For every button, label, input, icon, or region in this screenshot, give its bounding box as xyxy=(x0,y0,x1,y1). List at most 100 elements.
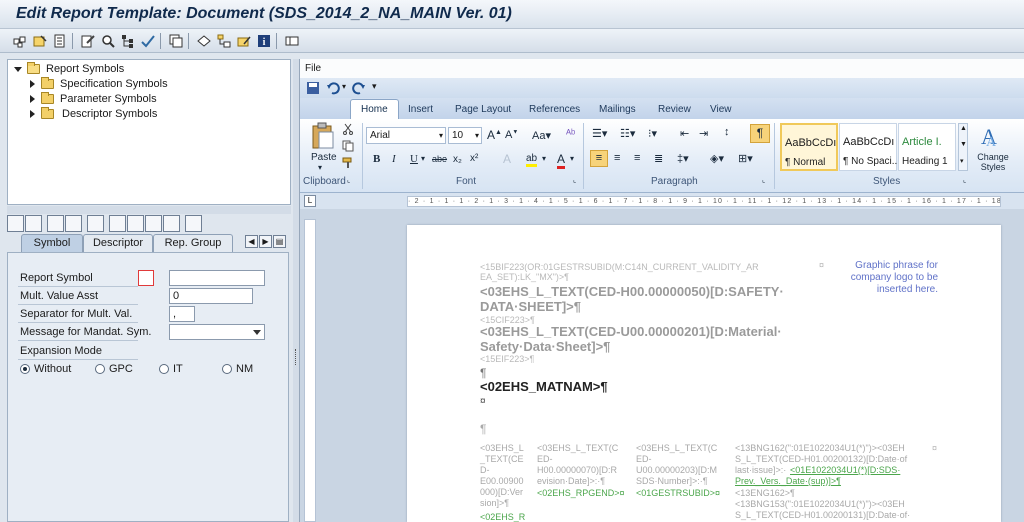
collapsed-arrow-icon[interactable] xyxy=(30,95,35,103)
font-size-select[interactable]: 10 ▾ xyxy=(448,127,482,144)
bold-icon[interactable]: B xyxy=(373,153,380,165)
splitter-grip-icon[interactable] xyxy=(295,349,297,365)
style-no-spacing[interactable]: AaBbCcDı ¶ No Spaci... xyxy=(839,123,897,171)
more-styles-icon[interactable]: ▾ xyxy=(960,157,964,165)
shading-icon[interactable]: ◈▾ xyxy=(710,152,724,165)
radio-selected-icon[interactable] xyxy=(20,364,30,374)
radio-icon[interactable] xyxy=(95,364,105,374)
styles-launcher-icon[interactable]: ⌞ xyxy=(963,176,966,184)
change-styles-button[interactable]: Change Styles xyxy=(976,152,1010,172)
show-formatting-marks-icon[interactable]: ¶ xyxy=(750,124,770,143)
strikethrough-icon[interactable]: abe xyxy=(432,154,447,164)
format-painter-icon[interactable] xyxy=(342,157,354,169)
tab-scroll-right-icon[interactable]: ▶ xyxy=(259,235,272,248)
layout-icon[interactable] xyxy=(284,33,300,49)
text-effects-icon[interactable]: A xyxy=(503,152,511,166)
shrink-font-icon[interactable]: A▼ xyxy=(505,129,518,141)
justify-icon[interactable]: ≣ xyxy=(654,152,663,165)
styles-scroll[interactable]: ▲ ▼ ▾ xyxy=(958,123,968,171)
mult-value-asst-input[interactable]: 0 xyxy=(169,288,253,304)
paste-dropdown-icon[interactable]: ▾ xyxy=(318,163,322,172)
insert-symbol-icon[interactable] xyxy=(7,215,24,232)
report-symbol-input[interactable] xyxy=(169,270,265,286)
numbering-icon[interactable]: ☷▾ xyxy=(620,127,635,140)
other-object-icon[interactable] xyxy=(12,33,28,49)
tab-list-icon[interactable]: ▤ xyxy=(273,235,286,248)
radio-it[interactable]: IT xyxy=(159,363,183,375)
ribbon-tab-home[interactable]: Home xyxy=(350,99,399,119)
collapsed-arrow-icon[interactable] xyxy=(30,110,35,118)
line-spacing-icon[interactable]: ‡▾ xyxy=(677,152,689,165)
document-page[interactable]: <15BIF223(OR:01GESTRSUBID(M:C14N_CURRENT… xyxy=(407,225,1001,522)
find-next-icon[interactable] xyxy=(127,215,144,232)
style-normal[interactable]: AaBbCcDı ¶ Normal xyxy=(780,123,838,171)
tab-scroll-left-icon[interactable]: ◀ xyxy=(245,235,258,248)
tab-selector-icon[interactable]: L xyxy=(304,195,316,207)
info-icon[interactable]: i xyxy=(256,33,272,49)
font-color-dropdown-icon[interactable]: ▾ xyxy=(570,154,574,163)
font-launcher-icon[interactable]: ⌞ xyxy=(573,176,576,184)
copy-icon[interactable] xyxy=(342,140,354,152)
scroll-up-icon[interactable]: ▲ xyxy=(960,125,967,132)
sort-icon[interactable]: ↕ xyxy=(724,126,730,138)
highlight-dropdown-icon[interactable]: ▾ xyxy=(542,154,546,163)
navigate-icon[interactable] xyxy=(196,33,212,49)
check-icon[interactable] xyxy=(140,33,156,49)
copy-icon[interactable] xyxy=(185,215,202,232)
radio-icon[interactable] xyxy=(222,364,232,374)
tree-node-report-symbols[interactable]: Report Symbols xyxy=(14,62,124,76)
paragraph-launcher-icon[interactable]: ⌞ xyxy=(762,176,765,184)
ribbon-tab-insert[interactable]: Insert xyxy=(408,101,433,119)
hierarchy-icon[interactable] xyxy=(120,33,136,49)
change-styles-icon[interactable]: AA xyxy=(977,122,1003,148)
font-color-icon[interactable]: A xyxy=(557,152,566,169)
tree-node-parameter-symbols[interactable]: Parameter Symbols xyxy=(28,92,157,106)
change-symbol-icon[interactable] xyxy=(65,215,82,232)
ribbon-tab-page-layout[interactable]: Page Layout xyxy=(455,101,511,119)
edit-symbol-icon[interactable] xyxy=(25,215,42,232)
separator-input[interactable]: , xyxy=(169,306,195,322)
copy-symbol-icon[interactable] xyxy=(47,215,64,232)
save-icon[interactable] xyxy=(306,81,320,95)
underline-icon[interactable]: U xyxy=(410,153,418,165)
style-heading-1[interactable]: Article I. Heading 1 xyxy=(898,123,956,171)
subscript-icon[interactable]: x₂ xyxy=(453,154,462,165)
display-change-icon[interactable] xyxy=(32,33,48,49)
report-symbol-required-field[interactable] xyxy=(138,270,154,286)
horizontal-ruler[interactable]: · 2 · 1 · 1 · 1 · 2 · 1 · 3 · 1 · 4 · 1 … xyxy=(407,196,1001,207)
radio-without[interactable]: Without xyxy=(20,363,71,375)
ribbon-tab-view[interactable]: View xyxy=(710,101,732,119)
tree-node-specification-symbols[interactable]: Specification Symbols xyxy=(28,77,168,91)
scroll-down-icon[interactable]: ▼ xyxy=(960,141,967,148)
redo-icon[interactable] xyxy=(352,81,366,95)
align-left-icon[interactable]: ≡ xyxy=(590,150,608,167)
filter-down-icon[interactable] xyxy=(145,215,162,232)
filter-up-icon[interactable] xyxy=(163,215,180,232)
file-menu[interactable]: File xyxy=(300,59,1024,78)
document-icon[interactable] xyxy=(52,33,68,49)
font-name-select[interactable]: Arial ▾ xyxy=(366,127,446,144)
tree-node-descriptor-symbols[interactable]: Descriptor Symbols xyxy=(28,107,157,121)
folder-edit-icon[interactable] xyxy=(236,33,252,49)
radio-icon[interactable] xyxy=(159,364,169,374)
undo-dropdown-icon[interactable]: ▾ xyxy=(342,82,346,91)
find-icon[interactable] xyxy=(100,33,116,49)
save-symbol-icon[interactable] xyxy=(87,215,104,232)
change-case-icon[interactable]: Aa▾ xyxy=(532,129,551,142)
clear-formatting-icon[interactable]: ᴬᵇ xyxy=(566,128,575,140)
edit-icon[interactable] xyxy=(80,33,96,49)
italic-icon[interactable]: I xyxy=(392,153,396,165)
tab-descriptor[interactable]: Descriptor xyxy=(83,234,153,252)
underline-dropdown-icon[interactable]: ▾ xyxy=(421,154,425,163)
paste-icon[interactable] xyxy=(310,122,336,150)
bullets-icon[interactable]: ☰▾ xyxy=(592,127,607,140)
ribbon-tab-mailings[interactable]: Mailings xyxy=(599,101,636,119)
tab-symbol[interactable]: Symbol xyxy=(21,234,83,252)
copy-window-icon[interactable] xyxy=(168,33,184,49)
radio-gpc[interactable]: GPC xyxy=(95,363,133,375)
tab-rep-group[interactable]: Rep. Group xyxy=(153,234,233,252)
expand-arrow-icon[interactable] xyxy=(14,66,22,72)
multilevel-list-icon[interactable]: ⁝▾ xyxy=(648,127,657,140)
collapsed-arrow-icon[interactable] xyxy=(30,80,35,88)
superscript-icon[interactable]: x² xyxy=(470,153,478,164)
